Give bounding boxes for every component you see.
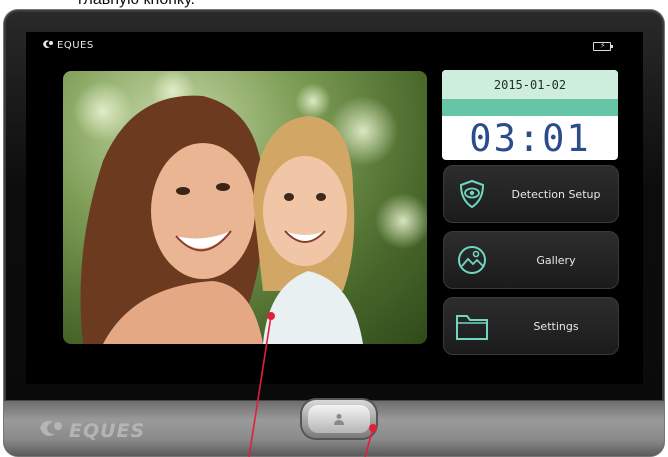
detection-setup-button[interactable]: Detection Setup: [443, 165, 619, 223]
live-camera-view[interactable]: [63, 71, 427, 344]
battery-charging-icon: ⚡: [593, 41, 613, 51]
folder-icon: [444, 297, 500, 355]
brand-name: EQUES: [57, 40, 94, 51]
eye-shield-icon: [444, 165, 500, 223]
settings-button[interactable]: Settings: [443, 297, 619, 355]
time-display: 03:01: [469, 116, 591, 160]
gallery-icon: [444, 231, 500, 289]
gallery-button[interactable]: Gallery: [443, 231, 619, 289]
brand-logo-top: EQUES: [42, 39, 94, 52]
person-icon: [308, 405, 370, 433]
gallery-label: Gallery: [536, 253, 576, 267]
brand-logo-bottom: EQUES: [38, 418, 145, 443]
home-button[interactable]: [302, 400, 376, 438]
detection-setup-label: Detection Setup: [511, 187, 601, 201]
clock-panel: 2015-01-02 03:01: [442, 70, 618, 160]
date-display: 2015-01-02: [442, 70, 618, 99]
eques-mark-bottom-icon: [38, 418, 64, 443]
date-divider-band: [442, 99, 618, 116]
eques-mark-icon: [42, 39, 54, 52]
instruction-caption: главную кнопку.: [78, 0, 195, 9]
brand-name-bottom: EQUES: [69, 419, 146, 442]
settings-label: Settings: [533, 319, 579, 333]
